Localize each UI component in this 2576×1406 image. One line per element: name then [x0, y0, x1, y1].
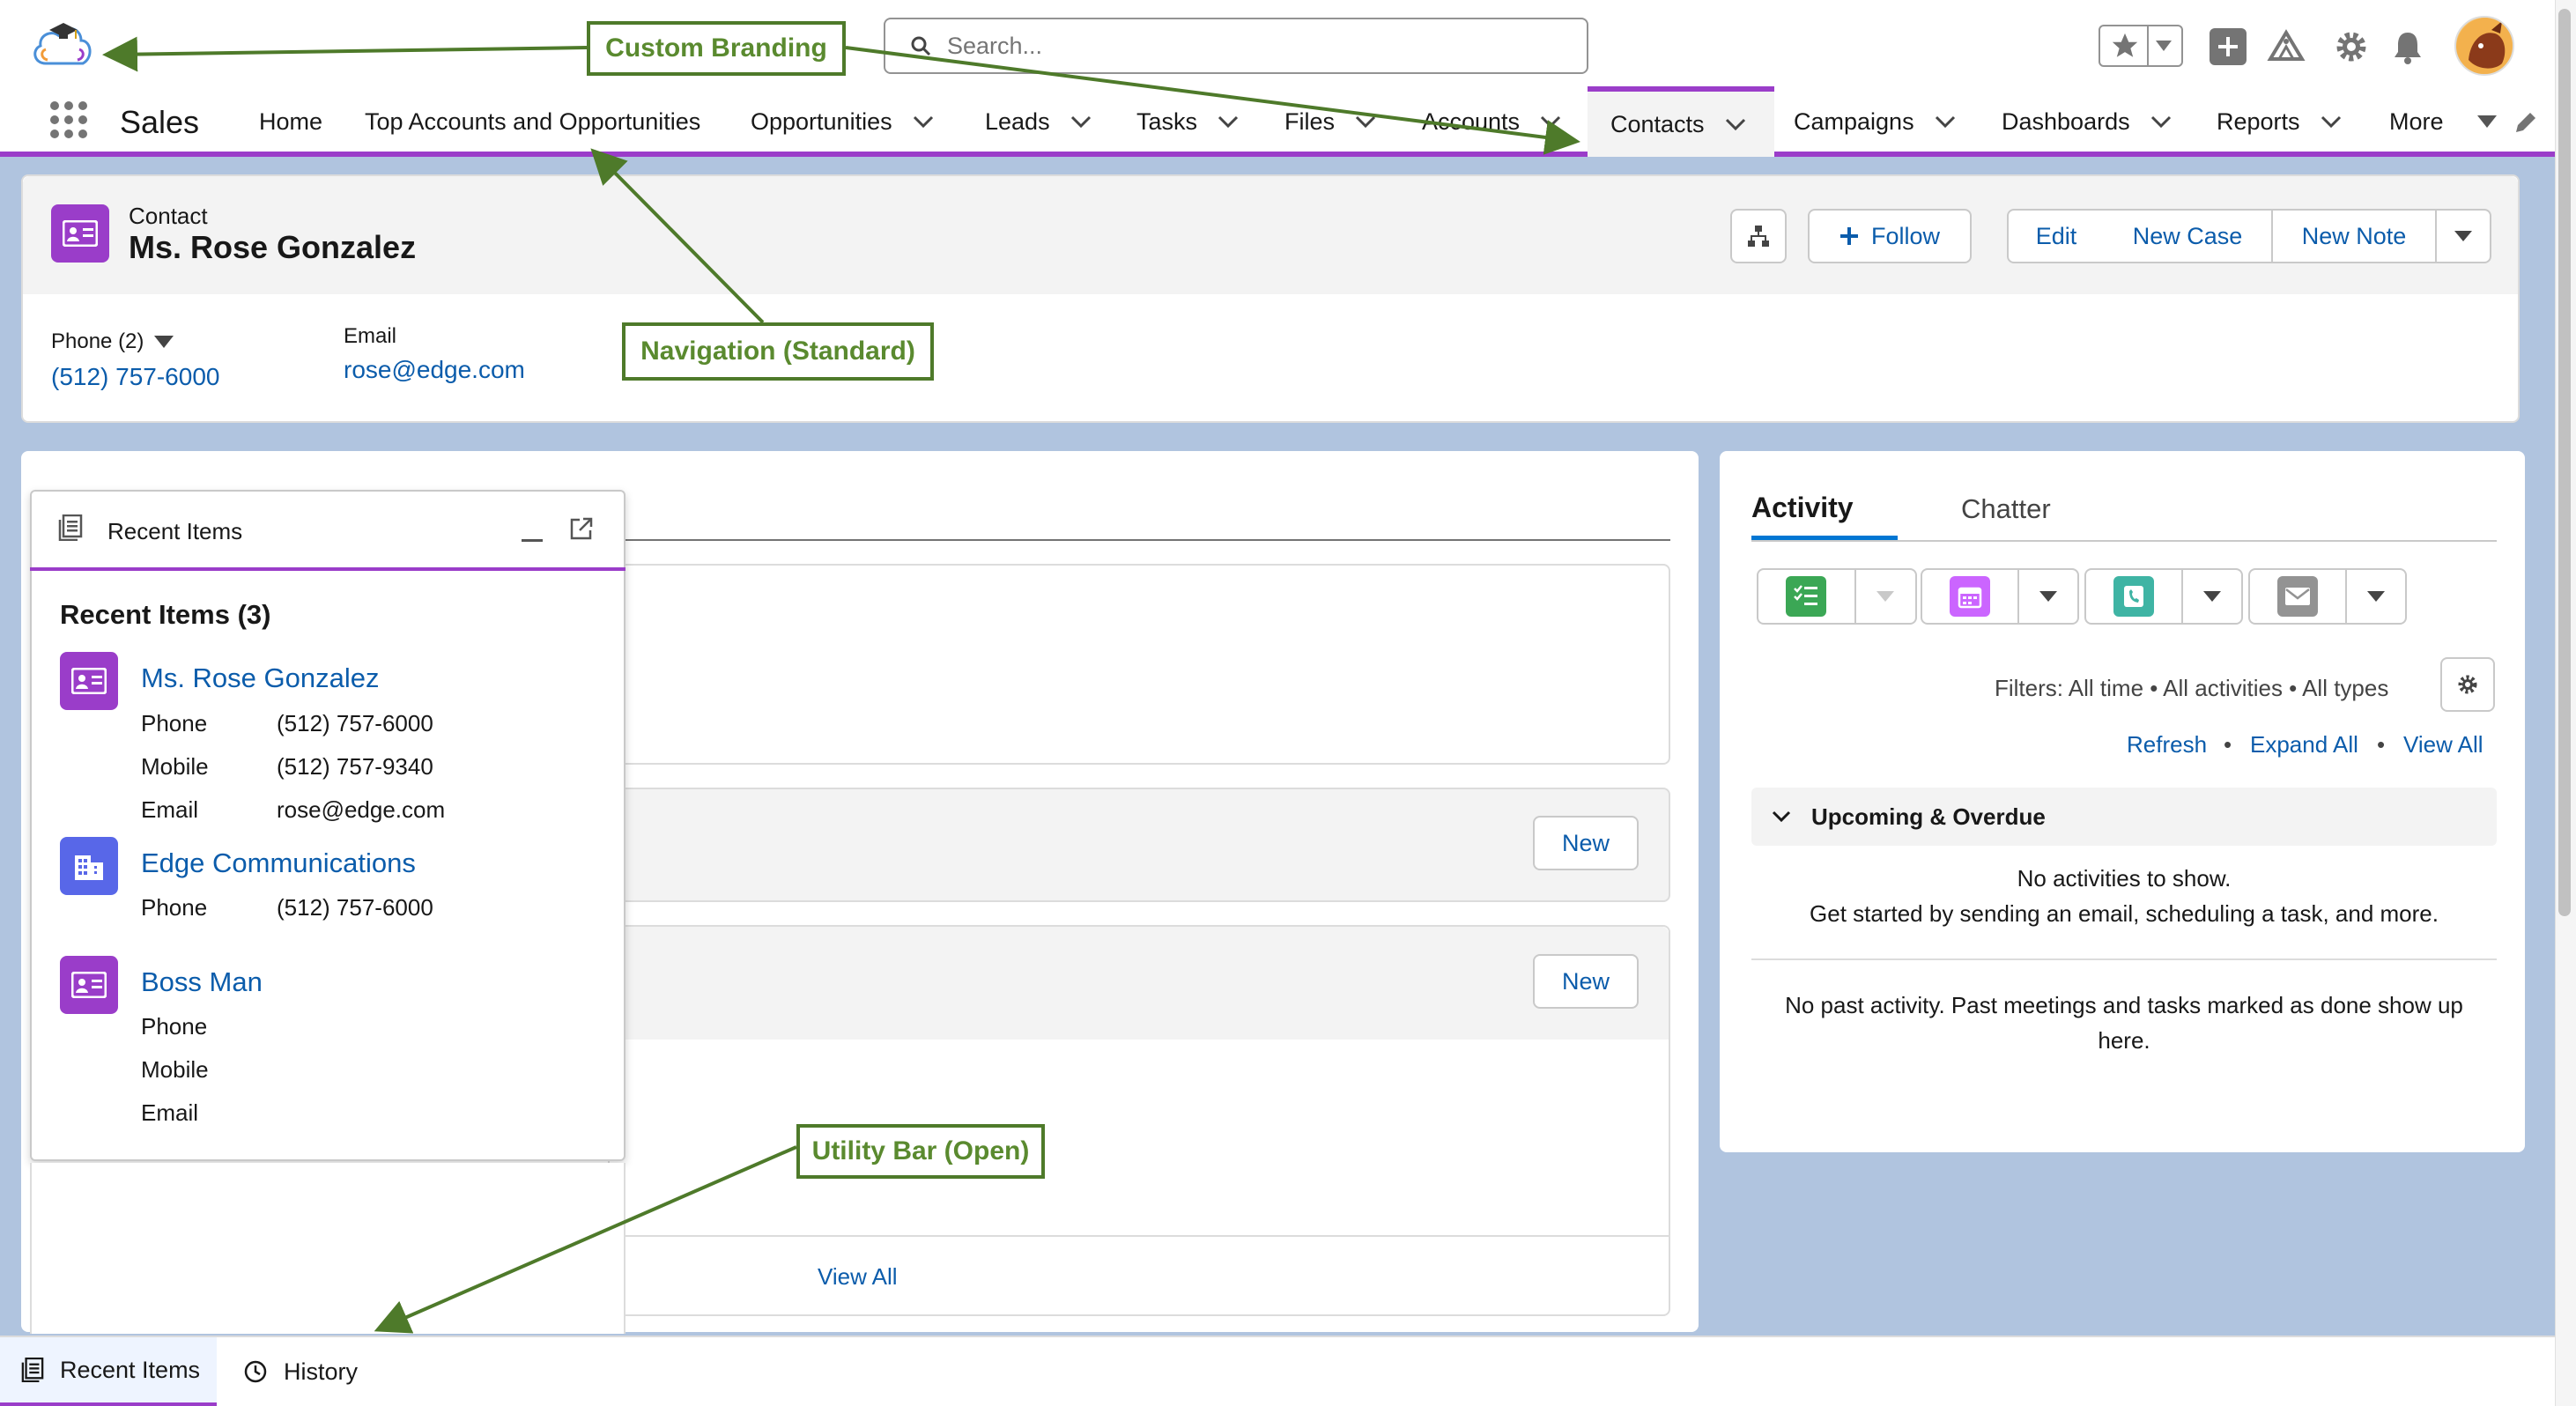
page-scrollbar-thumb[interactable] — [2558, 9, 2571, 916]
annotation-arrows — [102, 36, 1580, 1334]
annotation-utility-bar: Utility Bar (Open) — [796, 1124, 1045, 1179]
annotation-navigation: Navigation (Standard) — [622, 322, 934, 381]
annotation-custom-branding: Custom Branding — [587, 21, 846, 76]
